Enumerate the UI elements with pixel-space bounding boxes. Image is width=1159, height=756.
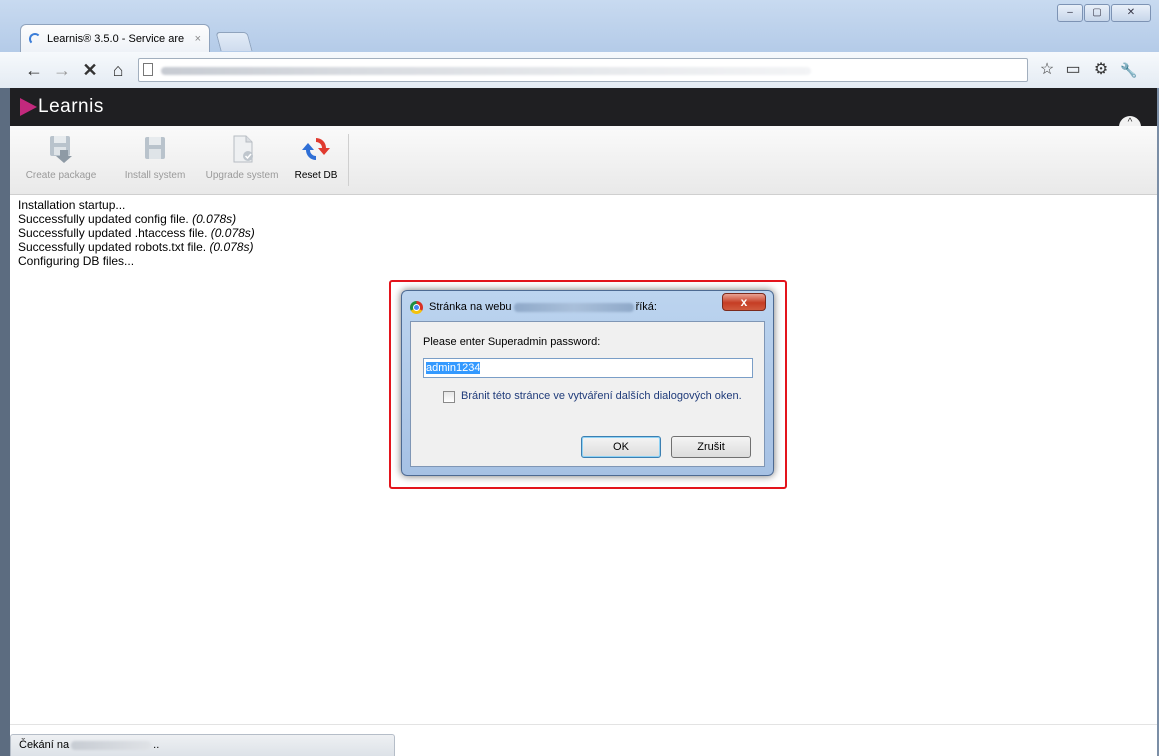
log-line: Successfully updated .htaccess file. (0.… xyxy=(18,226,255,240)
input-value: admin1234 xyxy=(426,362,481,374)
install-system-button[interactable]: Install system xyxy=(112,134,198,192)
maximize-button[interactable]: ▢ xyxy=(1084,4,1110,22)
browser-tab[interactable]: Learnis® 3.5.0 - Service are × xyxy=(20,24,210,52)
password-input[interactable]: admin1234 xyxy=(423,358,753,378)
suppress-dialogs-label[interactable]: Bránit této stránce ve vytváření dalších… xyxy=(461,390,742,402)
window-controls: – ▢ ✕ xyxy=(1056,4,1151,22)
content-bottom-divider xyxy=(10,724,1159,725)
learnis-logo-icon xyxy=(20,98,37,116)
dialog-prompt: Please enter Superadmin password: xyxy=(423,336,601,348)
dialog-title: Stránka na webu říká: xyxy=(429,301,657,313)
ok-button[interactable]: OK xyxy=(581,436,661,458)
app-header: Learnis ^ xyxy=(10,88,1159,128)
settings-gear-icon[interactable]: ⚙ xyxy=(1090,58,1112,82)
page-icon xyxy=(143,63,153,76)
logo-text: Learnis xyxy=(38,96,104,117)
dialog-close-button[interactable]: x xyxy=(722,293,766,311)
cancel-button[interactable]: Zrušit xyxy=(671,436,751,458)
home-button[interactable]: ⌂ xyxy=(106,58,130,82)
upgrade-system-label: Upgrade system xyxy=(205,170,279,181)
reset-db-label: Reset DB xyxy=(294,170,338,181)
reset-db-button[interactable]: Reset DB xyxy=(288,134,344,192)
chrome-icon xyxy=(410,301,423,314)
refresh-icon xyxy=(302,138,330,160)
tab-title: Learnis® 3.5.0 - Service are xyxy=(47,33,185,45)
password-prompt-dialog: Stránka na webu říká: x Please enter Supe… xyxy=(401,290,774,476)
upgrade-system-button[interactable]: Upgrade system xyxy=(200,134,284,192)
window-close-button[interactable]: ✕ xyxy=(1111,4,1151,22)
log-line: Installation startup... xyxy=(18,198,126,212)
install-log: Installation startup... Successfully upd… xyxy=(18,198,255,268)
status-bubble: Čekání na.. xyxy=(10,734,395,756)
log-line: Configuring DB files... xyxy=(18,254,135,268)
create-package-button[interactable]: Create package xyxy=(18,134,104,192)
floppy-download-icon xyxy=(50,136,72,163)
toolbar-separator xyxy=(348,134,349,186)
blurred-url xyxy=(161,67,811,75)
install-system-label: Install system xyxy=(124,170,186,181)
minimize-button[interactable]: – xyxy=(1057,4,1083,22)
floppy-disk-icon xyxy=(145,137,165,159)
new-tab-button[interactable] xyxy=(215,32,253,51)
blurred-domain xyxy=(513,302,634,312)
address-bar[interactable] xyxy=(138,58,1028,82)
dialog-body: Please enter Superadmin password: admin1… xyxy=(410,321,765,467)
wrench-icon[interactable]: 🔧 xyxy=(1118,58,1140,82)
window-left-edge xyxy=(0,88,10,756)
app-toolbar: Create package Install system Upgrade sy… xyxy=(10,126,1159,195)
page-menu-icon[interactable]: ▭ xyxy=(1062,58,1084,82)
create-package-label: Create package xyxy=(25,170,97,181)
tab-close-icon[interactable]: × xyxy=(195,25,201,53)
stop-button[interactable]: ✕ xyxy=(78,58,102,82)
back-button[interactable]: ← xyxy=(22,58,46,82)
suppress-dialogs-checkbox[interactable] xyxy=(443,391,455,403)
forward-button[interactable]: → xyxy=(50,58,74,82)
log-line: Successfully updated config file. (0.078… xyxy=(18,212,237,226)
browser-toolbar: ← → ✕ ⌂ ☆ ▭ ⚙ 🔧 xyxy=(0,52,1159,89)
blurred-host xyxy=(71,740,152,750)
log-line: Successfully updated robots.txt file. (0… xyxy=(18,240,254,254)
bookmark-star-icon[interactable]: ☆ xyxy=(1036,58,1058,82)
browser-titlebar: Learnis® 3.5.0 - Service are × – ▢ ✕ xyxy=(0,0,1159,52)
document-check-icon xyxy=(233,135,253,163)
loading-spinner-icon xyxy=(29,33,41,45)
